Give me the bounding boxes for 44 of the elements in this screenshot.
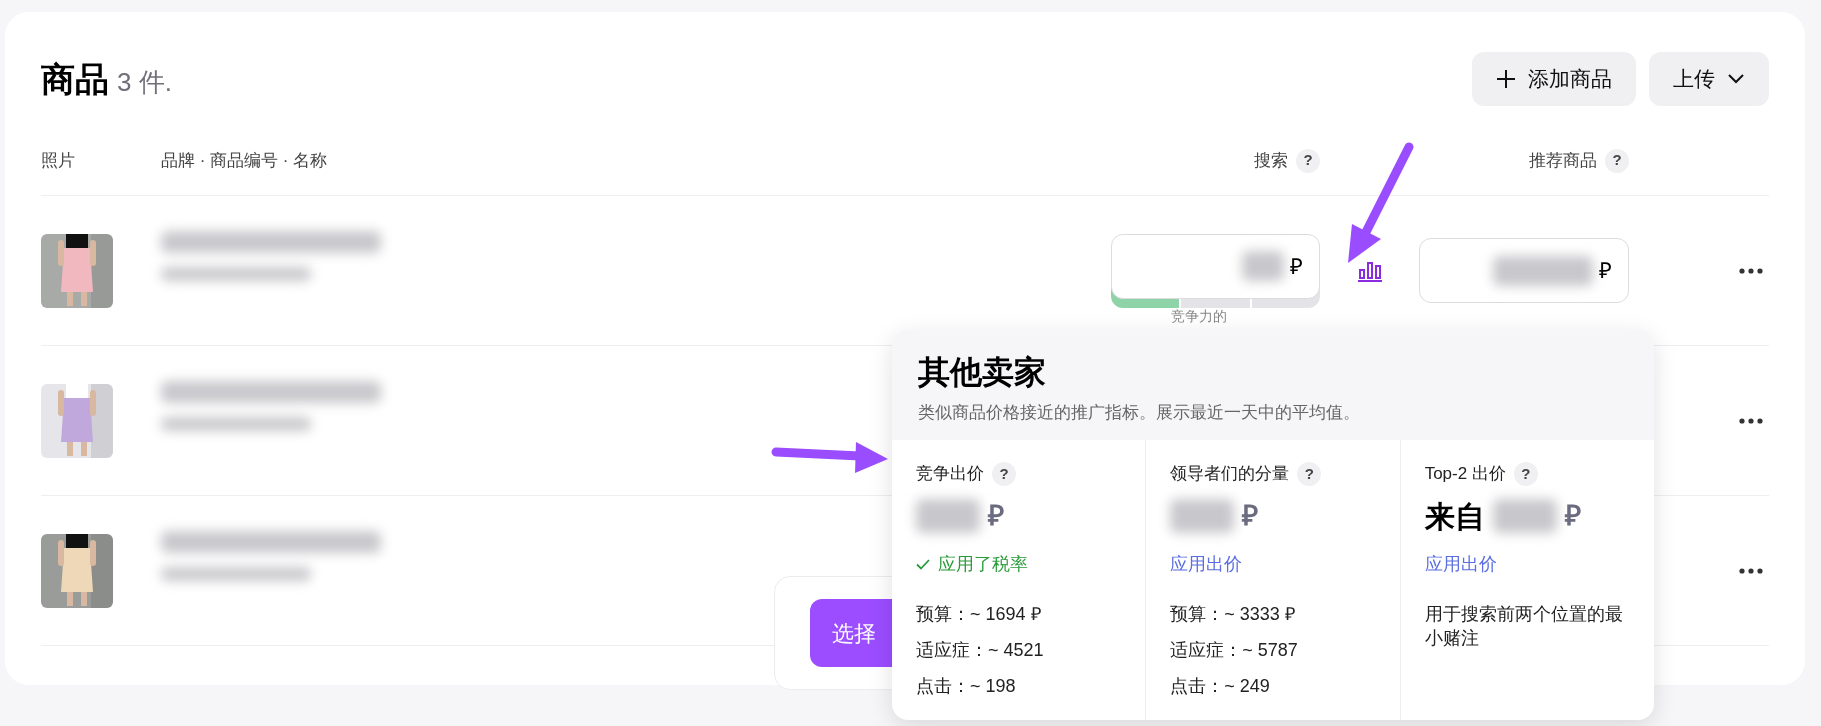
popup-title: 其他卖家 (918, 353, 1047, 392)
competitiveness-label: 竞争力的 (1171, 307, 1227, 324)
more-icon[interactable] (1739, 567, 1763, 574)
check-icon (916, 558, 930, 570)
bid-field[interactable]: ₽ (1419, 238, 1629, 303)
help-button[interactable]: ? (1513, 462, 1538, 486)
bid-field[interactable]: ₽ (1111, 233, 1320, 299)
metric-label: 领导者们的分量 (1170, 463, 1290, 486)
chevron-down-icon (1727, 73, 1745, 85)
redacted-text (1170, 499, 1235, 533)
plus-icon (1496, 69, 1516, 89)
more-icon[interactable] (1739, 267, 1763, 274)
help-button[interactable]: ? (1297, 462, 1322, 486)
metric-label: Top-2 出价 (1424, 463, 1506, 486)
price-prefix: 来自 (1424, 498, 1485, 535)
redacted-text (1492, 499, 1557, 533)
apply-bid-link[interactable]: 应用出价 (1424, 550, 1497, 578)
currency-sign: ₽ (988, 499, 1004, 533)
bar-chart-icon[interactable] (1357, 259, 1382, 282)
note-text: 用于搜索前两个位置的最小赌注 (1424, 603, 1624, 650)
upload-button[interactable]: 上传 (1649, 52, 1769, 106)
column-header: 品牌 · 商品编号 · 名称 (161, 149, 328, 172)
column-header: 搜索 (1254, 149, 1288, 172)
popup-subtitle: 类似商品价格接近的推广指标。展示最近一天中的平均值。 (918, 402, 1361, 424)
page-title: 商品 (41, 58, 109, 100)
stat-text: 点击：~ 198 (916, 675, 1017, 698)
currency-sign: ₽ (1564, 499, 1581, 533)
column-header: 照片 (41, 149, 75, 172)
help-button[interactable]: ? (992, 462, 1016, 486)
column-header: 推荐商品 (1529, 149, 1597, 172)
stat-text: 点击：~ 249 (1170, 675, 1271, 698)
stat-text: 预算：~ 3333 ₽ (1170, 603, 1296, 626)
help-button[interactable]: ? (1296, 148, 1320, 173)
more-icon[interactable] (1739, 417, 1763, 424)
stat-text: 适应症：~ 5787 (1170, 639, 1299, 662)
help-button[interactable]: ? (1605, 148, 1629, 173)
apply-bid-link[interactable]: 应用出价 (1170, 550, 1243, 578)
item-count: 3 件. (117, 65, 172, 99)
redacted-text (916, 499, 980, 533)
currency-sign: ₽ (1242, 499, 1259, 533)
applied-status: 应用了税率 (938, 552, 1028, 576)
metric-label: 竞争出价 (916, 463, 984, 486)
redacted-text (1242, 251, 1284, 281)
add-product-button[interactable]: 添加商品 (1472, 52, 1636, 106)
